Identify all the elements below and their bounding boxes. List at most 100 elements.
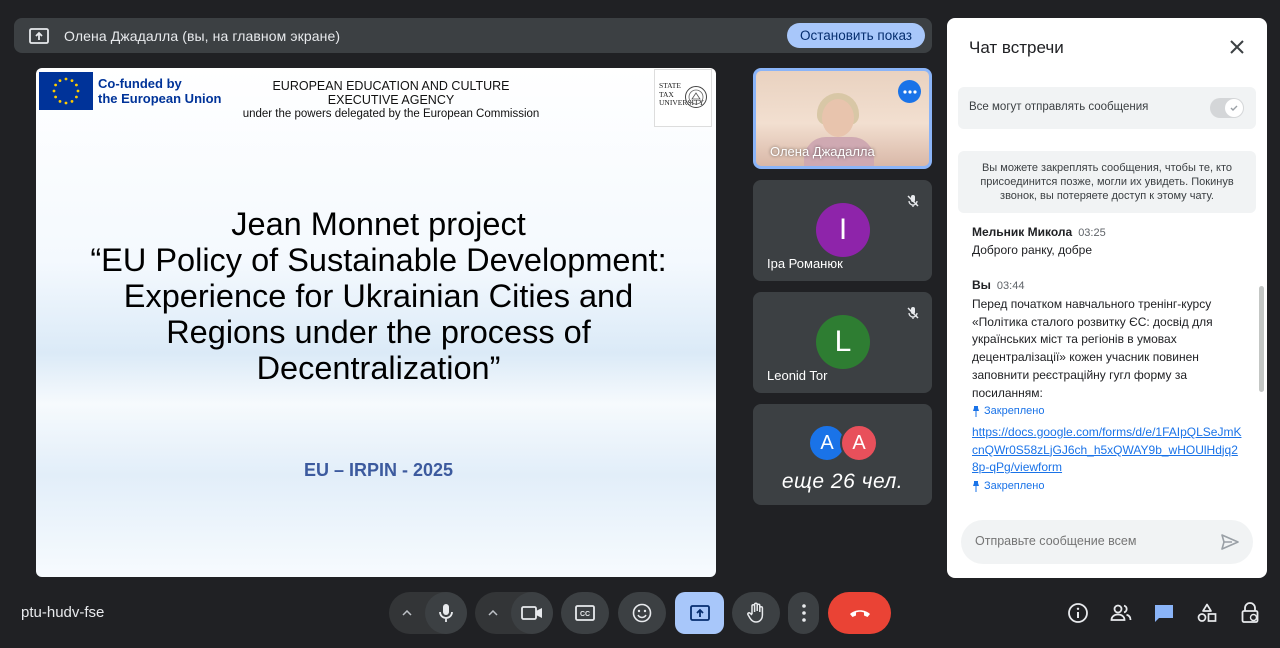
video-settings-button[interactable] <box>475 592 511 634</box>
slide-title-line-1: Jean Monnet project <box>231 206 526 242</box>
meeting-info-button[interactable] <box>1066 601 1090 625</box>
pinned-label: Закреплено <box>972 480 1045 492</box>
chat-scrollbar[interactable] <box>1259 286 1264 392</box>
message-header: Мельник Микола 03:25 <box>972 225 1106 239</box>
camera-icon <box>521 606 542 620</box>
stop-presenting-button[interactable]: Остановить показ <box>786 23 925 48</box>
allow-messages-row: Все могут отправлять сообщения <box>958 87 1256 129</box>
agency-header: EUROPEAN EDUCATION AND CULTURE EXECUTIVE… <box>236 79 546 121</box>
more-options-icon <box>801 604 806 622</box>
slide-title-line-3: Experience for Ukrainian Cities and <box>123 278 634 314</box>
present-screen-icon <box>14 18 64 53</box>
close-icon <box>1230 40 1244 54</box>
allow-messages-toggle[interactable] <box>1210 98 1244 118</box>
send-button[interactable] <box>1219 531 1241 553</box>
eu-logo: Co-funded by the European Union <box>39 71 229 111</box>
camera-control-group <box>475 592 553 634</box>
message-header: Вы 03:44 <box>972 278 1024 292</box>
close-chat-button[interactable] <box>1227 37 1247 57</box>
participant-tile-presenter[interactable]: Олена Джадалла <box>753 68 932 169</box>
cofunded-line-1: Co-funded by <box>98 76 182 91</box>
svg-text:CC: CC <box>580 611 590 618</box>
present-icon <box>689 605 710 621</box>
mic-off-icon <box>906 194 920 213</box>
message-time: 03:44 <box>996 280 1025 292</box>
mic-control-group <box>389 592 467 634</box>
slide-title-line-2: “EU Policy of Sustainable Development: <box>90 242 667 278</box>
avatar: A <box>840 424 878 462</box>
slide-title: Jean Monnet project “EU Policy of Sustai… <box>66 206 691 386</box>
video-face <box>822 99 854 137</box>
tile-more-options-button[interactable] <box>898 80 921 103</box>
meeting-code: ptu-hudv-fse <box>21 604 105 621</box>
chat-icon <box>1155 605 1173 622</box>
university-seal-icon <box>685 86 707 108</box>
chat-info-box: Вы можете закреплять сообщения, чтобы те… <box>958 151 1256 213</box>
present-button[interactable] <box>675 592 724 634</box>
audio-settings-button[interactable] <box>389 592 425 634</box>
pinned-text: Закреплено <box>984 480 1045 492</box>
avatar: L <box>816 315 870 369</box>
camera-button[interactable] <box>511 592 553 634</box>
pinned-text: Закреплено <box>984 405 1045 417</box>
form-link[interactable]: https://docs.google.com/forms/d/e/1FAIpQ… <box>972 424 1242 477</box>
avatar: І <box>816 203 870 257</box>
presenting-banner: Олена Джадалла (вы, на главном экране) О… <box>14 18 932 53</box>
chat-panel: Чат встречи Все могут отправлять сообщен… <box>947 18 1267 578</box>
pin-icon <box>973 405 979 417</box>
eu-flag-icon <box>39 72 93 110</box>
university-logo: STATE TAX UNIVERSITY <box>654 69 712 127</box>
mic-icon <box>439 604 453 622</box>
message-sender: Вы <box>972 278 991 292</box>
check-icon <box>1230 105 1238 111</box>
people-button[interactable] <box>1109 601 1133 625</box>
participant-name: Іра Романюк <box>767 256 843 271</box>
mic-off-icon <box>906 306 920 325</box>
participant-tile[interactable]: І Іра Романюк <box>753 180 932 281</box>
participant-name: Олена Джадалла <box>770 144 875 159</box>
end-call-icon <box>849 610 870 617</box>
shared-screen-slide: Co-funded by the European Union EUROPEAN… <box>36 68 716 577</box>
more-dots-icon <box>902 89 917 94</box>
people-icon <box>1110 604 1132 621</box>
message-sender: Мельник Микола <box>972 225 1073 239</box>
host-controls-button[interactable] <box>1238 601 1262 625</box>
end-call-button[interactable] <box>828 592 891 634</box>
agency-line-2: under the powers delegated by the Europe… <box>242 108 540 120</box>
captions-button[interactable]: CC <box>561 592 609 634</box>
raise-hand-icon <box>747 602 764 623</box>
chat-title: Чат встречи <box>969 38 1064 57</box>
emoji-icon <box>632 603 652 623</box>
host-controls-icon <box>1241 602 1259 623</box>
slide-footer: EU – IRPIN - 2025 <box>303 460 454 480</box>
more-participants-tile[interactable]: A A еще 26 чел. <box>753 404 932 505</box>
chevron-up-icon <box>488 610 498 616</box>
raise-hand-button[interactable] <box>732 592 780 634</box>
slide-title-line-4: Regions under the process of <box>166 314 591 350</box>
presenting-text: Олена Джадалла (вы, на главном экране) <box>64 27 341 44</box>
cofunded-text: Co-funded by the European Union <box>98 76 222 106</box>
pinned-label: Закреплено <box>972 405 1045 417</box>
participant-name: Leonid Tor <box>767 368 828 383</box>
more-options-button[interactable] <box>788 592 819 634</box>
info-icon <box>1068 603 1088 623</box>
toggle-knob <box>1225 99 1243 117</box>
activities-icon <box>1197 603 1217 622</box>
message-time: 03:25 <box>1078 227 1106 239</box>
cofunded-line-2: the European Union <box>98 91 222 106</box>
more-participants-label: еще 26 чел. <box>781 470 904 493</box>
reactions-button[interactable] <box>618 592 666 634</box>
message-text: Перед початком навчального тренінг-курсу… <box>972 297 1213 400</box>
chat-button[interactable] <box>1152 601 1176 625</box>
message-input[interactable] <box>975 534 1195 548</box>
message-text: Доброго ранку, добре <box>972 243 1092 257</box>
allow-messages-label: Все могут отправлять сообщения <box>969 101 1149 113</box>
pin-icon <box>973 480 979 492</box>
send-icon <box>1221 534 1239 550</box>
message-composer <box>961 520 1253 564</box>
participant-tile[interactable]: L Leonid Tor <box>753 292 932 393</box>
chevron-up-icon <box>402 610 412 616</box>
captions-icon: CC <box>575 605 595 621</box>
activities-button[interactable] <box>1195 601 1219 625</box>
mic-button[interactable] <box>425 592 467 634</box>
